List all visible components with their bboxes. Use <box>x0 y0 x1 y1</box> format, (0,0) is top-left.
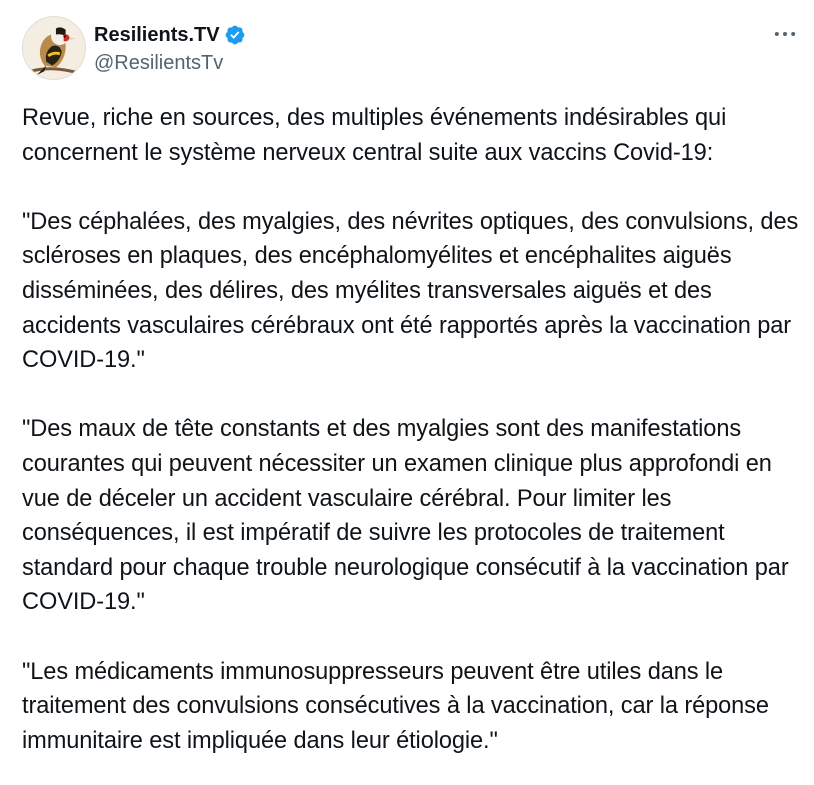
display-name-row: Resilients.TV <box>94 21 246 49</box>
tweet-paragraph-1: Revue, riche en sources, des multiples é… <box>22 105 727 166</box>
author-names: Resilients.TV @ResilientsTv <box>94 21 246 75</box>
more-options-button[interactable] <box>768 20 802 48</box>
tweet-text: Revue, riche en sources, des multiples é… <box>22 101 802 758</box>
goldfinch-bird-avatar-icon <box>23 17 85 79</box>
tweet-paragraph-3: "Des maux de tête constants et des myalg… <box>22 416 789 616</box>
tweet-paragraph-2: "Des céphalées, des myalgies, des névrit… <box>22 208 799 374</box>
avatar[interactable] <box>22 16 86 80</box>
author-handle[interactable]: @ResilientsTv <box>94 51 246 75</box>
tweet-header: Resilients.TV @ResilientsTv <box>22 16 246 80</box>
tweet-card: Resilients.TV @ResilientsTv Revue, riche… <box>0 0 814 785</box>
tweet-paragraph-4: "Les médicaments immunosuppresseurs peuv… <box>22 658 769 754</box>
display-name[interactable]: Resilients.TV <box>94 23 220 47</box>
verified-badge-icon[interactable] <box>224 24 246 46</box>
more-options-icon <box>774 32 796 36</box>
